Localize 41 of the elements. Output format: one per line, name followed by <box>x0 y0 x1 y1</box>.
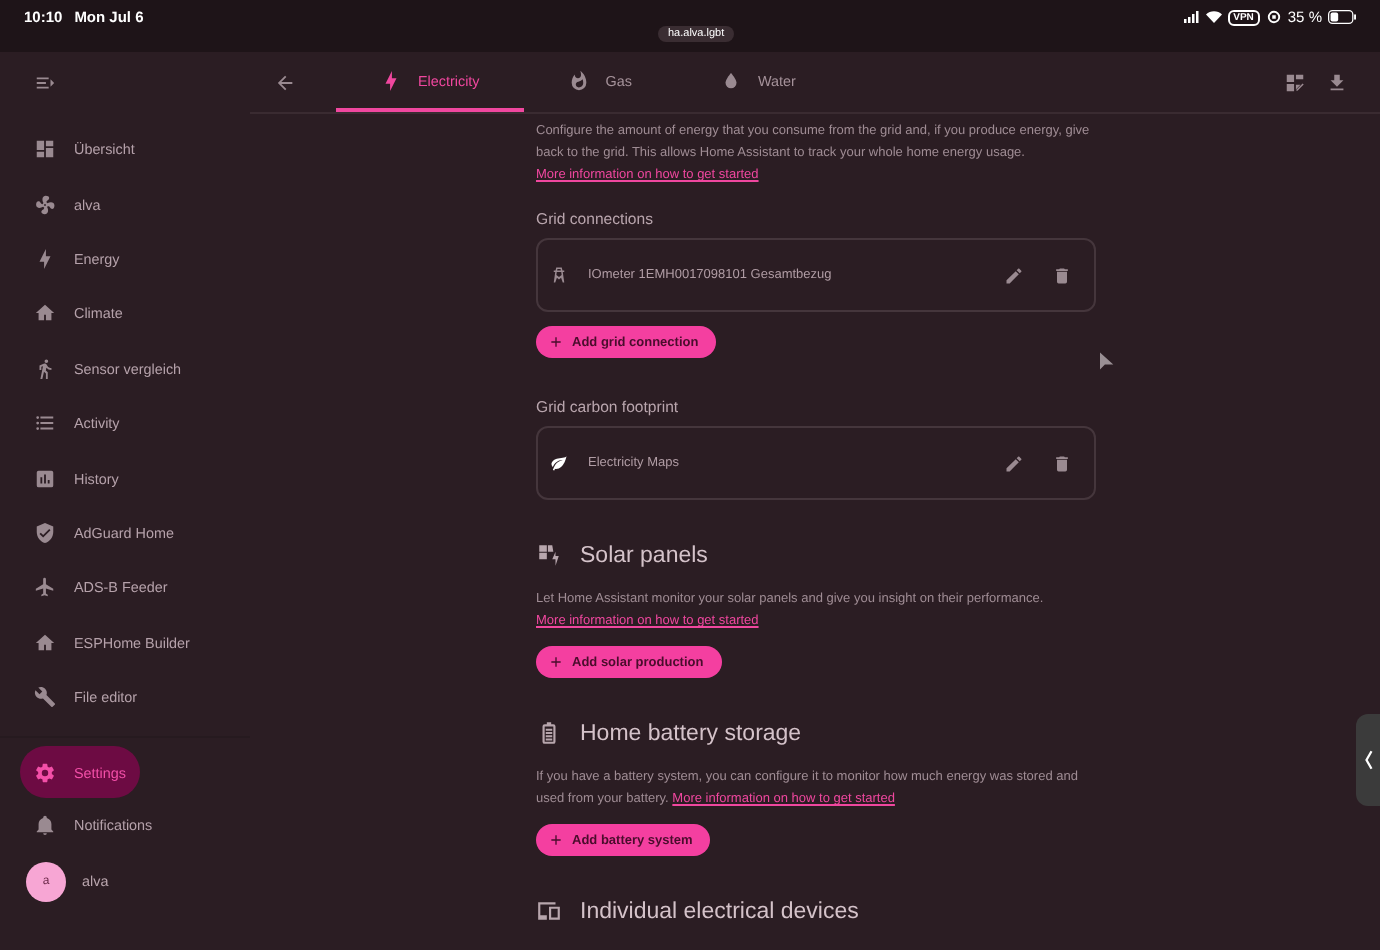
devices-icon <box>536 898 562 924</box>
wifi-icon <box>1205 10 1222 24</box>
settings-icon <box>34 761 56 784</box>
edit-icon[interactable] <box>1004 265 1024 285</box>
section-title: Home battery storage <box>580 721 802 745</box>
bell-icon <box>34 814 56 837</box>
battery-icon <box>536 720 562 746</box>
side-panel-handle[interactable] <box>1356 714 1380 806</box>
signal-icon <box>1183 10 1200 24</box>
fan-icon <box>34 193 56 216</box>
plus-icon <box>548 334 564 350</box>
transmission-tower-icon <box>550 266 568 284</box>
leaf-icon <box>550 454 568 472</box>
plus-icon <box>548 654 564 670</box>
solar-panel-icon <box>536 542 562 568</box>
battery-icon <box>1328 10 1356 24</box>
dashboard-edit-icon[interactable] <box>1284 71 1306 93</box>
wrench-icon <box>34 686 56 709</box>
walking-person-icon <box>34 357 56 380</box>
pointer-cursor-icon <box>1100 352 1114 370</box>
menu-icon[interactable] <box>34 72 56 94</box>
edit-icon[interactable] <box>1004 453 1024 473</box>
plus-icon <box>548 832 564 848</box>
section-title: Individual electrical devices <box>580 899 859 923</box>
chevron-left-icon <box>1363 750 1373 770</box>
flame-icon <box>567 69 590 91</box>
delete-icon[interactable] <box>1052 265 1072 285</box>
house-icon <box>34 631 56 654</box>
house-icon <box>34 302 56 325</box>
delete-icon[interactable] <box>1052 453 1072 473</box>
shield-check-icon <box>34 521 56 544</box>
orientation-lock-icon <box>1265 10 1282 24</box>
back-arrow-icon[interactable] <box>274 71 296 93</box>
download-icon[interactable] <box>1326 71 1348 93</box>
bar-chart-icon <box>34 467 56 490</box>
lightning-icon <box>34 247 56 270</box>
list-icon <box>34 412 56 435</box>
section-title: Solar panels <box>580 543 708 567</box>
airplane-icon <box>34 576 56 599</box>
dashboard-icon <box>34 138 56 161</box>
lightning-icon <box>380 69 402 91</box>
